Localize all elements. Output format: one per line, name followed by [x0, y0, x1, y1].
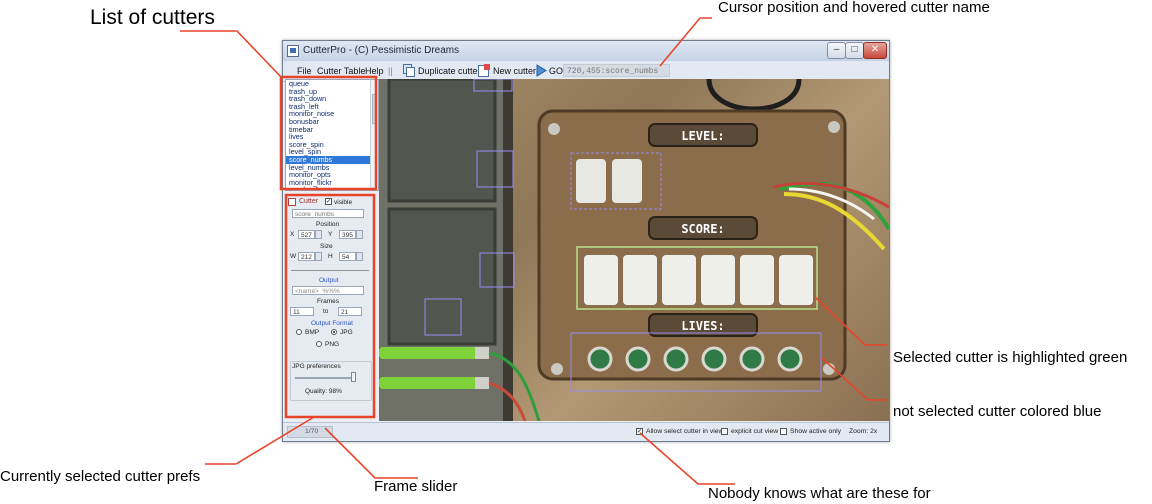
show-active-label: Show active only	[790, 428, 842, 435]
zoom-label: Zoom: 2x	[849, 428, 878, 435]
w-field[interactable]: 212	[298, 252, 315, 261]
image-viewport[interactable]: LEVEL: SCORE: LIVES:	[379, 79, 889, 421]
annotation-list-of-cutters: List of cutters	[90, 6, 215, 29]
game-canvas[interactable]: LEVEL: SCORE: LIVES:	[379, 79, 889, 421]
app-icon	[287, 45, 299, 57]
annotation-not-selected-blue: not selected cutter colored blue	[893, 403, 1102, 420]
w-spinner[interactable]	[315, 252, 322, 261]
maximize-button[interactable]: □	[845, 42, 864, 59]
format-bmp-label: BMP	[305, 329, 320, 336]
jpg-preferences-label: JPG preferences	[292, 363, 341, 370]
y-spinner[interactable]	[356, 230, 363, 239]
title-bar: CutterPro - (C) Pessimistic Dreams – □ ✕	[283, 41, 889, 61]
annotation-nobody-knows: Nobody knows what are these for	[708, 485, 931, 502]
menu-file[interactable]: File	[297, 66, 312, 76]
visible-label: visible	[334, 199, 353, 206]
frame-from-field[interactable]: 11	[290, 307, 314, 316]
green-tube-top	[379, 347, 489, 359]
annotation-selected-green: Selected cutter is highlighted green	[893, 349, 1128, 366]
minimize-button[interactable]: –	[827, 42, 846, 59]
annotation-currently-selected-prefs: Currently selected cutter prefs	[0, 468, 201, 485]
position-label: Position	[316, 221, 340, 228]
format-png-radio[interactable]	[316, 341, 322, 347]
duplicate-icon[interactable]	[403, 64, 415, 77]
cursor-readout: 720,455:score_numbs	[563, 64, 670, 77]
green-tube-bottom	[379, 377, 489, 389]
lives-text: LIVES:	[681, 319, 724, 333]
w-label: W	[290, 253, 297, 260]
cutter-list-items: queue trash_up trash_down trash_left monitor…	[286, 80, 378, 190]
y-field[interactable]: 395	[339, 230, 356, 239]
size-label: Size	[320, 243, 333, 250]
x-field[interactable]: 527	[298, 230, 315, 239]
format-jpg-radio[interactable]	[331, 329, 337, 335]
cutter-prefs-panel: Cutter ✓ visible score_numbs Position X …	[285, 195, 377, 417]
format-jpg-label: JPG	[340, 329, 353, 336]
format-bmp-radio[interactable]	[296, 329, 302, 335]
window-title: CutterPro - (C) Pessimistic Dreams	[303, 45, 460, 56]
output-format-label: Output Format	[311, 320, 353, 327]
frames-label: Frames	[317, 298, 340, 305]
visible-checkbox[interactable]: ✓	[325, 198, 332, 205]
cutter-label: Cutter	[299, 198, 319, 205]
quality-slider-track[interactable]	[295, 377, 355, 379]
h-field[interactable]: 54	[339, 252, 356, 261]
frame-to-field[interactable]: 21	[338, 307, 362, 316]
annotation-cursor-position: Cursor position and hovered cutter name	[718, 0, 990, 16]
show-active-checkbox[interactable]	[780, 428, 787, 435]
status-bar: 1/70 ✓ Allow select cutter in view expli…	[283, 422, 889, 441]
list-scrollbar[interactable]	[370, 80, 378, 190]
x-spinner[interactable]	[315, 230, 322, 239]
toolbar-separator: ||	[388, 66, 393, 76]
new-cutter-icon[interactable]	[478, 64, 490, 77]
menu-help[interactable]: Help	[365, 66, 384, 76]
quality-slider-thumb[interactable]	[350, 372, 356, 382]
list-scroll-thumb[interactable]	[372, 94, 377, 124]
allow-select-checkbox[interactable]: ✓	[636, 428, 643, 435]
score-text: SCORE:	[681, 222, 724, 236]
prefs-divider	[291, 270, 369, 271]
menu-cutter-table[interactable]: Cutter Table	[317, 66, 365, 76]
quality-label: Quality: 98%	[305, 388, 342, 395]
explicit-cut-label: explicit cut view	[731, 428, 779, 435]
annotation-frame-slider: Frame slider	[374, 478, 458, 495]
h-spinner[interactable]	[356, 252, 363, 261]
h-label: H	[328, 253, 333, 260]
app-window: CutterPro - (C) Pessimistic Dreams – □ ✕…	[282, 40, 890, 442]
duplicate-cutter-button[interactable]: Duplicate cutter	[418, 66, 481, 76]
y-label: Y	[328, 231, 333, 238]
cutter-icon	[288, 198, 296, 206]
level-text: LEVEL:	[681, 129, 724, 143]
cutter-list[interactable]: queue trash_up trash_down trash_left monitor…	[285, 79, 379, 191]
frame-to-label: to	[323, 308, 329, 315]
frame-counter: 1/70	[305, 428, 319, 435]
cutter-list-item[interactable]: repulser1	[286, 186, 378, 190]
go-icon[interactable]	[535, 64, 547, 77]
close-button[interactable]: ✕	[863, 42, 887, 59]
allow-select-label: Allow select cutter in view	[646, 428, 724, 435]
output-label: Output	[319, 277, 339, 284]
cutter-name-field[interactable]: score_numbs	[292, 209, 364, 218]
new-cutter-button[interactable]: New cutter	[493, 66, 536, 76]
x-label: X	[290, 231, 295, 238]
format-png-label: PNG	[325, 341, 340, 348]
output-pattern-field[interactable]: <name>_%%%	[292, 286, 364, 295]
explicit-cut-checkbox[interactable]	[721, 428, 728, 435]
